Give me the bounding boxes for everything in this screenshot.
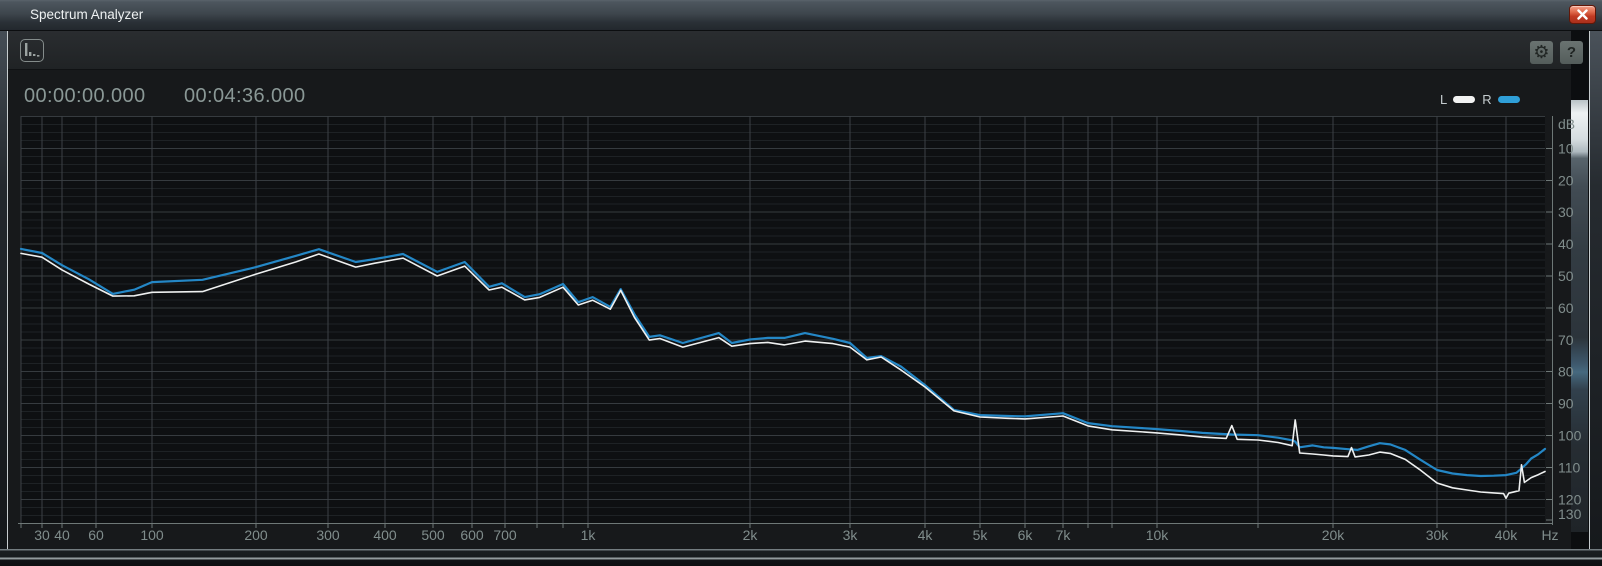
x-tick-label: 500 [421,527,445,543]
y-tick-label: 80 [1558,364,1574,380]
x-tick-label: 30 [34,527,50,543]
x-tick-label: 3k [843,527,859,543]
y-tick-label: 60 [1558,300,1574,316]
x-tick-label: 5k [973,527,989,543]
x-tick-label: 60 [88,527,104,543]
plot-background [21,116,1545,523]
y-tick-label: 10 [1558,140,1574,156]
y-tick-label: 100 [1558,428,1582,444]
x-tick-label: 200 [244,527,268,543]
y-tick-label: 20 [1558,172,1574,188]
y-tick-label: 130 [1558,506,1582,522]
spectrum-plot[interactable]: 30 40 60 100 200 300 400 500 600 700 1k 2k 3k 4k 5k 6k 7… [0,0,1602,566]
x-tick-label: 10k [1146,527,1170,543]
x-tick-label: 2k [743,527,759,543]
y-tick-label: 50 [1558,268,1574,284]
x-tick-label: 4k [918,527,934,543]
y-tick-label: 120 [1558,491,1582,507]
x-tick-label: 100 [140,527,164,543]
x-tick-label: 7k [1056,527,1072,543]
y-tick-label: 70 [1558,332,1574,348]
x-tick-label: 20k [1322,527,1346,543]
x-tick-label: 700 [493,527,517,543]
y-axis-unit-label: dB [1558,116,1575,132]
x-tick-label: 300 [316,527,340,543]
x-tick-label: 6k [1018,527,1034,543]
x-axis-unit-label: Hz [1541,527,1558,543]
x-tick-label: 40k [1495,527,1519,543]
x-tick-label: 400 [373,527,397,543]
y-tick-label: 110 [1558,459,1581,475]
x-tick-label: 40 [54,527,70,543]
spectrum-analyzer-window: Spectrum Analyzer ⚙ ? 00:00:00.000 00:04… [0,0,1602,566]
x-tick-label: 30k [1426,527,1450,543]
x-tick-label: 600 [460,527,484,543]
y-tick-label: 30 [1558,204,1574,220]
y-tick-label: 90 [1558,396,1574,412]
x-tick-label: 1k [581,527,597,543]
y-tick-label: 40 [1558,236,1574,252]
